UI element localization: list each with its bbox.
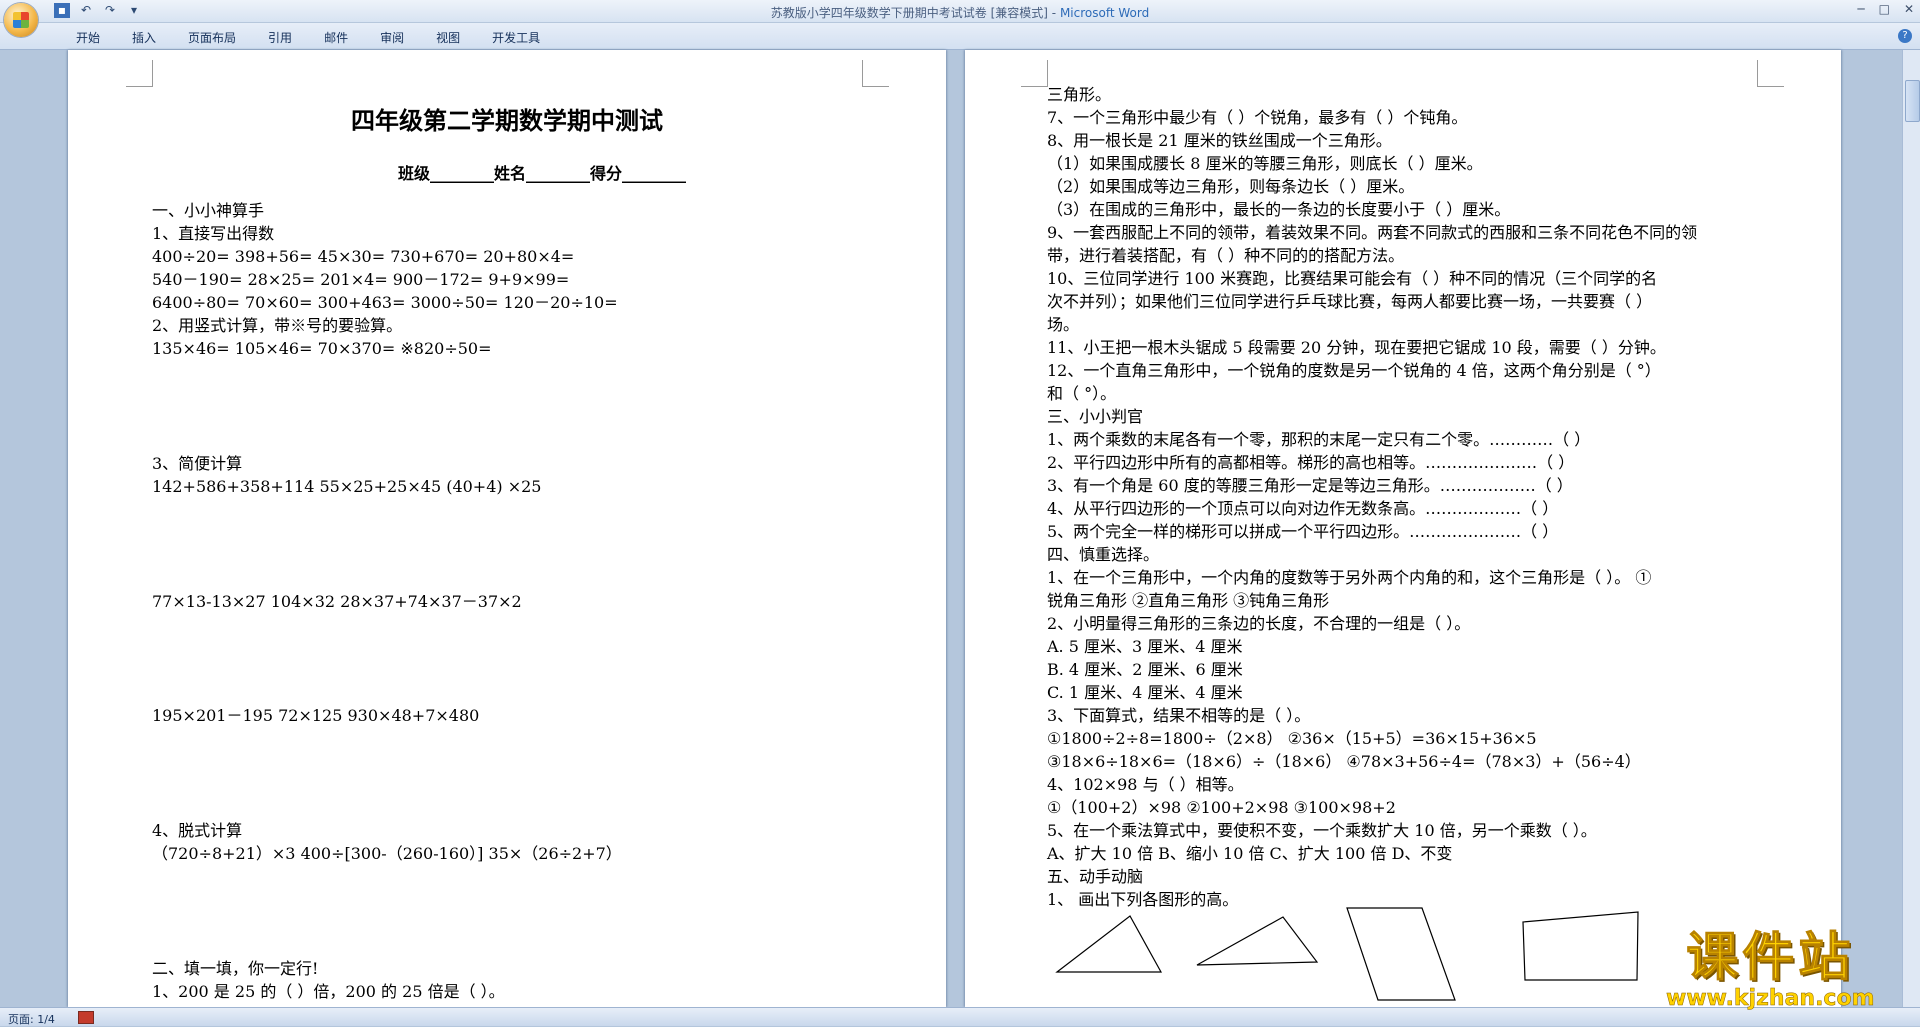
parallelogram-figure (1346, 907, 1456, 1001)
tab-developer[interactable]: 开发工具 (476, 29, 556, 46)
scrollbar-thumb[interactable] (1905, 80, 1920, 122)
question-heading: 4、脱式计算 (152, 821, 243, 840)
question-heading: 2、用竖式计算，带※号的要验算。 (152, 316, 403, 335)
geometry-figures (1055, 907, 1639, 1001)
tab-review[interactable]: 审阅 (364, 29, 420, 46)
proofing-icon[interactable] (78, 1011, 94, 1024)
document-heading: 四年级第二学期数学期中测试 (351, 106, 663, 135)
title-bar: ▪ ↶ ↷ ▾ 苏教版小学四年级数学下册期中考试试卷 [兼容模式] - Micr… (0, 0, 1920, 23)
arithmetic-row: 6400÷80= 70×60= 300+463= 3000÷50= 120－20… (152, 293, 618, 312)
arithmetic-row: 195×201－195 72×125 930×48+7×480 (152, 706, 480, 725)
office-button[interactable] (4, 3, 38, 37)
watermark-logo: 课件站 www.kjzhan.com (1666, 928, 1875, 1012)
watermark-text: 课件站 (1686, 928, 1855, 988)
status-bar: 页面: 1/4 (0, 1007, 1920, 1026)
window-title: 苏教版小学四年级数学下册期中考试试卷 [兼容模式] - Microsoft Wo… (0, 4, 1920, 21)
tab-page-layout[interactable]: 页面布局 (172, 29, 252, 46)
watermark-url: www.kjzhan.com (1666, 986, 1875, 1012)
margin-corner-mark (862, 60, 889, 87)
document-page-1[interactable]: 四年级第二学期数学期中测试 班级________姓名________得分____… (68, 50, 946, 1007)
margin-corner-mark (126, 60, 153, 87)
help-icon[interactable]: ? (1898, 29, 1912, 43)
tab-home[interactable]: 开始 (60, 29, 116, 46)
window-controls: ─ □ ✕ (1857, 2, 1914, 16)
minimize-icon[interactable]: ─ (1857, 2, 1864, 16)
question-heading: 3、简便计算 (152, 454, 243, 473)
tab-view[interactable]: 视图 (420, 29, 476, 46)
ribbon: 开始 插入 页面布局 引用 邮件 审阅 视图 开发工具 ? (0, 23, 1920, 50)
section-heading: 二、填一填，你一定行! (152, 959, 319, 978)
close-icon[interactable]: ✕ (1904, 2, 1914, 16)
section-heading: 一、小小神算手 (152, 201, 265, 220)
triangle-figure (1055, 915, 1163, 973)
document-page-2[interactable]: 三角形。 7、一个三角形中最少有（ ）个锐角，最多有（ ）个钝角。 8、用一根长… (965, 50, 1841, 1007)
document-title: 苏教版小学四年级数学下册期中考试试卷 [兼容模式] - (770, 6, 1057, 20)
arithmetic-row: （720÷8+21）×3 400÷[300-（260-160）] 35×（26÷… (152, 844, 622, 863)
tab-references[interactable]: 引用 (252, 29, 308, 46)
arithmetic-row: 400÷20= 398+56= 45×30= 730+670= 20+80×4= (152, 247, 575, 266)
arithmetic-row: 540－190= 28×25= 201×4= 900－172= 9+9×99= (152, 270, 570, 289)
arithmetic-row: 77×13-13×27 104×32 28×37+74×37－37×2 (152, 592, 522, 611)
question-heading: 1、直接写出得数 (152, 224, 275, 243)
app-name: Microsoft Word (1059, 6, 1150, 20)
student-info-line: 班级________姓名________得分________ (398, 164, 687, 183)
maximize-icon[interactable]: □ (1879, 2, 1890, 16)
arithmetic-row: 142+586+358+114 55×25+25×45 (40+4) ×25 (152, 477, 542, 496)
question-line: 1、200 是 25 的（ ）倍，200 的 25 倍是（ ）。 (152, 982, 505, 1001)
obtuse-triangle-figure (1196, 916, 1319, 966)
arithmetic-row: 135×46= 105×46= 70×370= ※820÷50= (152, 339, 492, 358)
tab-mailings[interactable]: 邮件 (308, 29, 364, 46)
vertical-scrollbar[interactable] (1902, 50, 1920, 1007)
tab-insert[interactable]: 插入 (116, 29, 172, 46)
trapezoid-figure (1522, 911, 1639, 981)
ribbon-tabs: 开始 插入 页面布局 引用 邮件 审阅 视图 开发工具 (60, 29, 556, 46)
